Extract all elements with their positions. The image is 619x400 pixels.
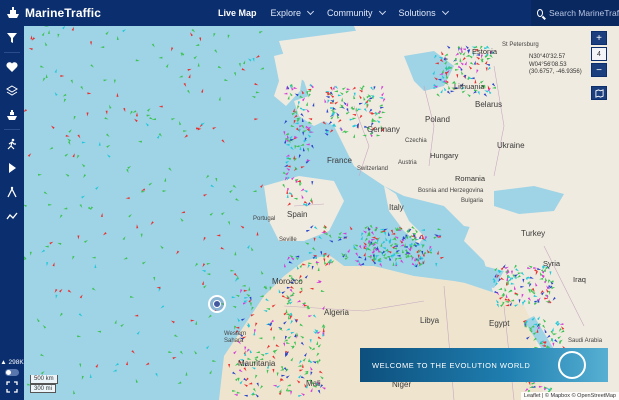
scale-imperial: 300 mi — [30, 384, 57, 393]
top-navigation-bar: MarineTraffic Live Map Explore Community… — [0, 0, 619, 26]
label-algeria: Algeria — [324, 308, 349, 317]
label-libya: Libya — [420, 316, 440, 325]
label-poland: Poland — [425, 115, 450, 124]
filter-icon — [7, 33, 17, 43]
sidebar-divider — [4, 129, 20, 130]
label-france: France — [327, 156, 352, 165]
coord-lon: W04°56'08.53 — [529, 61, 567, 68]
minus-icon: − — [596, 64, 602, 76]
filter-button[interactable] — [0, 26, 24, 50]
search-input[interactable] — [549, 8, 619, 18]
label-germany: Germany — [367, 125, 400, 134]
events-button[interactable] — [0, 132, 24, 156]
promo-banner[interactable]: WELCOME TO THE EVOLUTION WORLD — [360, 348, 608, 382]
person-run-icon — [7, 138, 16, 150]
label-hungary: Hungary — [430, 151, 459, 160]
label-switzerland: Switzerland — [357, 166, 389, 172]
chevron-down-icon — [378, 7, 386, 16]
label-iraq: Iraq — [573, 275, 586, 284]
label-lithuania: Lithuania — [454, 82, 485, 91]
nav-solutions-label: Solutions — [398, 8, 436, 18]
label-egypt: Egypt — [489, 319, 510, 328]
nav-live-map-label: Live Map — [218, 8, 257, 18]
map-options-button[interactable] — [591, 86, 607, 100]
label-seville: Seville — [279, 237, 297, 243]
zoom-level-value: 4 — [597, 50, 601, 58]
label-czechia: Czechia — [405, 138, 427, 144]
label-spain: Spain — [287, 210, 308, 219]
search-box[interactable] — [531, 0, 619, 26]
left-sidebar: ▲ 298K — [0, 26, 24, 400]
plus-icon: + — [596, 32, 602, 44]
coord-lat: N30°40'32.57 — [529, 54, 566, 60]
ship-logo-icon — [7, 7, 19, 18]
layers-button[interactable] — [0, 79, 24, 103]
map-attribution[interactable]: Leaflet | © Mapbox © OpenStreetMap — [520, 392, 619, 400]
label-turkey: Turkey — [521, 229, 546, 238]
label-estonia: Estonia — [472, 47, 498, 56]
main-nav: Live Map Explore Community Solutions — [218, 7, 462, 18]
zoom-out-button[interactable]: − — [591, 63, 607, 77]
coord-decimal: (30.6757, -46.9356) — [529, 69, 582, 75]
scale-metric: 500 km — [30, 375, 58, 384]
analytics-button[interactable] — [0, 204, 24, 228]
scale-imperial-value: 300 mi — [34, 386, 53, 392]
nav-solutions[interactable]: Solutions — [398, 7, 449, 18]
sidebar-divider — [4, 52, 20, 53]
chevron-down-icon — [306, 7, 315, 16]
fullscreen-button[interactable] — [0, 380, 24, 394]
live-map[interactable]: Estonia St Petersburg Lithuania Belarus … — [24, 26, 619, 400]
label-western-sahara: Western Sahara — [224, 331, 247, 344]
label-morocco: Morocco — [272, 277, 303, 286]
fullscreen-icon — [6, 381, 18, 393]
zoom-level: 4 — [591, 47, 607, 61]
app-logo[interactable]: MarineTraffic — [6, 6, 206, 20]
my-location-marker[interactable] — [208, 295, 226, 313]
search-icon[interactable] — [537, 9, 543, 17]
label-italy: Italy — [389, 203, 404, 212]
nav-community-label: Community — [327, 8, 373, 18]
banner-text: WELCOME TO THE EVOLUTION WORLD — [372, 360, 531, 370]
chart-line-icon — [6, 212, 18, 220]
label-mali: Mali — [306, 379, 321, 388]
vessel-count-value: 298K — [8, 359, 24, 366]
my-fleet-button[interactable] — [0, 103, 24, 127]
banner-logo-icon — [558, 351, 586, 379]
zoom-in-button[interactable]: + — [591, 31, 607, 45]
visibility-toggle[interactable] — [5, 369, 19, 376]
label-romania: Romania — [455, 174, 486, 183]
compass-icon — [7, 186, 17, 198]
nav-community[interactable]: Community — [327, 7, 386, 18]
map-icon — [594, 88, 604, 98]
label-belarus: Belarus — [475, 100, 503, 109]
nav-live-map[interactable]: Live Map — [218, 8, 257, 18]
favorites-button[interactable] — [0, 55, 24, 79]
chevron-down-icon — [441, 7, 449, 16]
ship-icon — [7, 110, 17, 120]
heart-icon — [6, 62, 18, 72]
vessel-count: ▲ 298K — [0, 359, 24, 366]
play-icon — [9, 163, 16, 173]
label-austria: Austria — [398, 160, 417, 166]
coordinate-readout: N30°40'32.57 W04°56'08.53 (30.6757, -46.… — [529, 54, 582, 77]
attribution-text: Leaflet | © Mapbox © OpenStreetMap — [523, 393, 616, 399]
label-portugal: Portugal — [253, 216, 276, 222]
layers-icon — [6, 85, 18, 96]
scale-metric-value: 500 km — [34, 376, 54, 382]
nav-explore[interactable]: Explore — [270, 7, 315, 18]
label-st-petersburg: St Petersburg — [502, 42, 539, 48]
map-basemap — [24, 26, 619, 400]
label-mauritania: Mauritania — [238, 359, 276, 368]
label-bulgaria: Bulgaria — [461, 198, 484, 204]
measure-button[interactable] — [0, 180, 24, 204]
nav-explore-label: Explore — [270, 8, 302, 18]
label-syria: Syria — [543, 259, 561, 268]
sidebar-bottom: ▲ 298K — [0, 359, 24, 394]
app-name: MarineTraffic — [25, 6, 101, 20]
label-bosnia: Bosnia and Herzegovina — [418, 188, 484, 194]
label-ukraine: Ukraine — [497, 141, 525, 150]
playback-button[interactable] — [0, 156, 24, 180]
label-saudi-arabia: Saudi Arabia — [568, 338, 603, 344]
